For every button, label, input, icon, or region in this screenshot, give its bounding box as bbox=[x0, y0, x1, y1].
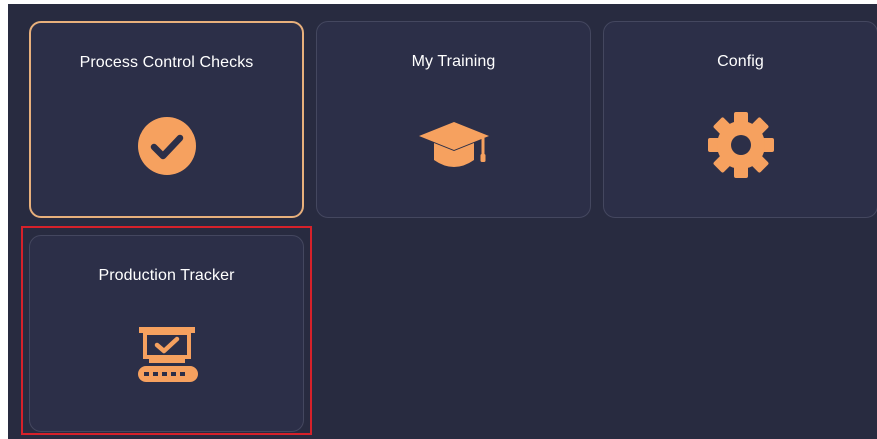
tile-label: Config bbox=[717, 53, 764, 70]
gear-icon bbox=[706, 110, 776, 180]
tile-label: Process Control Checks bbox=[79, 54, 254, 71]
tile-config[interactable]: Config bbox=[603, 21, 877, 218]
check-circle-icon bbox=[132, 111, 202, 181]
tile-my-training[interactable]: My Training bbox=[316, 21, 591, 218]
tile-production-tracker[interactable]: Production Tracker bbox=[29, 235, 304, 432]
conveyor-check-icon bbox=[132, 324, 202, 394]
tile-process-control-checks[interactable]: Process Control Checks bbox=[29, 21, 304, 218]
tile-label: My Training bbox=[411, 53, 496, 70]
tile-label: Production Tracker bbox=[98, 267, 235, 284]
graduation-cap-icon bbox=[418, 110, 489, 180]
